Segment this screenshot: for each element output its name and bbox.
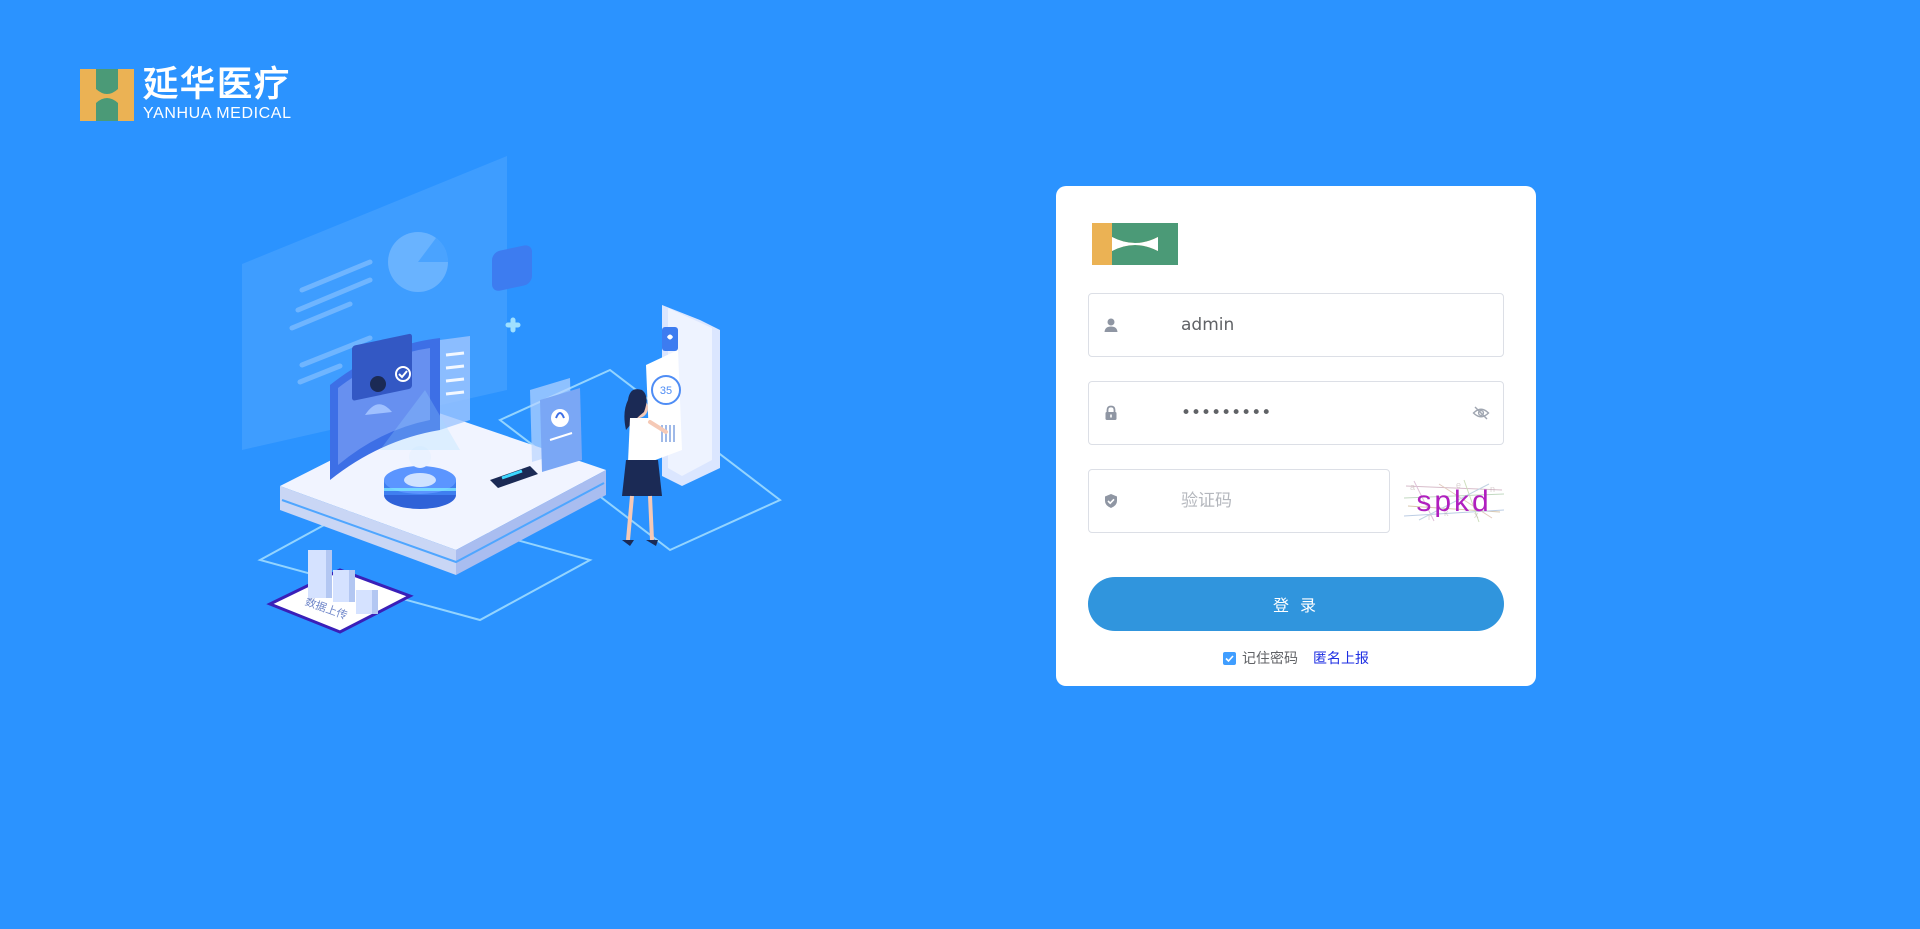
password-field[interactable] — [1088, 381, 1504, 445]
yanhua-logo-icon — [80, 69, 134, 121]
username-input[interactable] — [1181, 305, 1503, 345]
svg-text:a: a — [1410, 482, 1415, 492]
brand-text: 延华医疗 YANHUA MEDICAL — [143, 68, 292, 122]
anonymous-report-link[interactable]: 匿名上报 — [1313, 648, 1369, 668]
login-page: 延华医疗 YANHUA MEDICAL 35 数据上传 admin ••••••… — [0, 0, 1920, 929]
brand-name-en: YANHUA MEDICAL — [143, 105, 292, 122]
user-icon — [1103, 317, 1119, 333]
lock-icon — [1103, 405, 1119, 421]
brand-header: 延华医疗 YANHUA MEDICAL — [80, 68, 292, 122]
captcha-text: spkd — [1416, 485, 1491, 518]
medical-data-illustration: 35 数据上传 — [242, 156, 782, 634]
login-button[interactable]: 登 录 — [1088, 577, 1504, 631]
captcha-field[interactable] — [1088, 469, 1400, 533]
captcha-input[interactable] — [1181, 481, 1400, 521]
eye-off-icon[interactable] — [1471, 403, 1491, 423]
check-icon — [1225, 654, 1234, 662]
username-field[interactable] — [1088, 293, 1504, 357]
shield-check-icon — [1103, 493, 1119, 509]
remember-checkbox[interactable] — [1223, 651, 1236, 665]
remember-label[interactable]: 记住密码 — [1242, 648, 1298, 668]
password-input[interactable] — [1181, 393, 1471, 433]
captcha-image[interactable]: are xnk spkd — [1404, 476, 1504, 526]
phone-counter-text: 35 — [660, 385, 672, 397]
brand-name-cn: 延华医疗 — [143, 65, 292, 105]
remember-row: 记住密码 匿名上报 — [1056, 648, 1536, 668]
login-card: are xnk spkd 登 录 记住密码 匿名上报 — [1056, 186, 1536, 686]
card-logo-icon — [1092, 223, 1178, 265]
